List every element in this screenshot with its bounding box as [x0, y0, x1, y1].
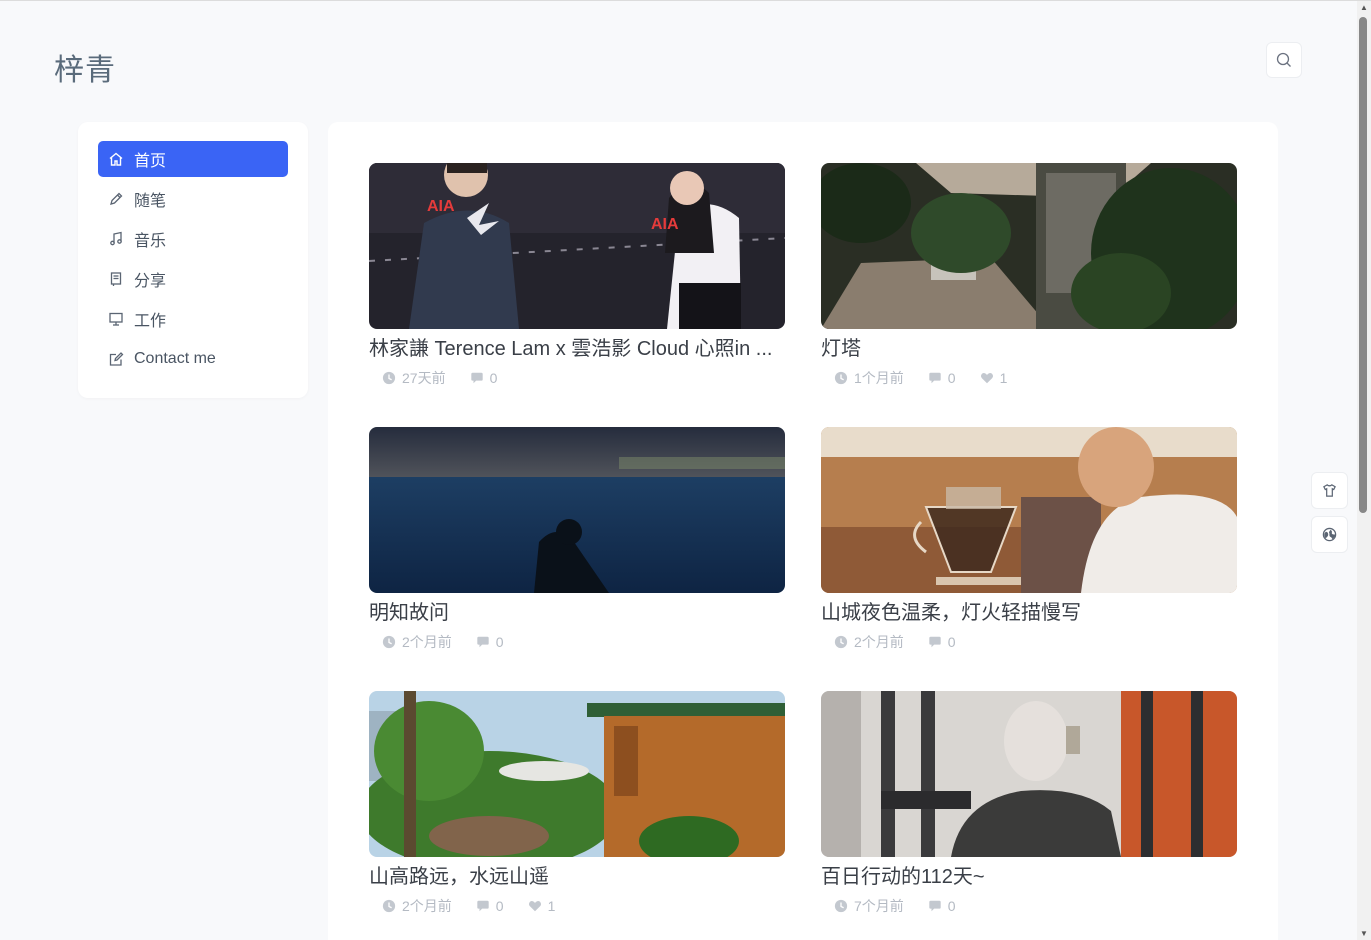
clock-icon: [834, 371, 848, 385]
sidebar-item-contact[interactable]: Contact me: [98, 341, 288, 377]
sidebar-item-label: Contact me: [134, 350, 216, 367]
post-comments[interactable]: 0: [928, 634, 956, 650]
post-thumbnail[interactable]: [369, 427, 785, 593]
clock-icon: [834, 635, 848, 649]
comment-icon: [929, 900, 941, 912]
monitor-icon: [109, 312, 123, 326]
heart-icon: [980, 373, 993, 384]
globe-icon: [1322, 527, 1337, 542]
comment-icon: [477, 636, 489, 648]
post-thumbnail[interactable]: [821, 691, 1237, 857]
sidebar-nav: 首页 随笔 音乐 分享 工作 Contact me: [78, 122, 308, 398]
comment-icon: [929, 372, 941, 384]
sidebar-item-label: 首页: [134, 153, 167, 170]
clock-icon: [382, 371, 396, 385]
svg-text:AIA: AIA: [427, 198, 455, 215]
scrollbar-thumb[interactable]: [1359, 17, 1367, 513]
post-thumbnail[interactable]: [821, 163, 1237, 329]
post-likes[interactable]: 1: [528, 898, 555, 914]
post-comments[interactable]: 0: [928, 898, 956, 914]
sidebar-item-work[interactable]: 工作: [98, 301, 288, 337]
clock-icon: [834, 899, 848, 913]
post-title[interactable]: 百日行动的112天~: [821, 864, 1237, 890]
post-card[interactable]: AIA AIA 林家謙 Terence Lam x 雲浩影 Cloud 心照in…: [369, 163, 785, 427]
heart-icon: [528, 901, 541, 912]
sidebar-item-essays[interactable]: 随笔: [98, 181, 288, 217]
post-title[interactable]: 林家謙 Terence Lam x 雲浩影 Cloud 心照in ...: [369, 336, 785, 362]
post-time: 2个月前: [382, 896, 452, 916]
language-button[interactable]: [1311, 516, 1348, 553]
music-icon: [110, 231, 122, 246]
book-icon: [110, 272, 122, 286]
sidebar-item-share[interactable]: 分享: [98, 261, 288, 297]
post-card[interactable]: 灯塔 1个月前 0 1: [821, 163, 1237, 427]
search-button[interactable]: [1266, 42, 1302, 78]
post-title[interactable]: 山高路远，水远山遥: [369, 864, 785, 890]
post-card[interactable]: 山城夜色温柔，灯火轻描慢写 2个月前 0: [821, 427, 1237, 691]
post-time: 7个月前: [834, 896, 904, 916]
post-thumbnail[interactable]: [821, 427, 1237, 593]
sidebar-item-label: 音乐: [134, 233, 167, 250]
search-icon: [1276, 52, 1291, 67]
post-thumbnail[interactable]: AIA AIA: [369, 163, 785, 329]
comment-icon: [929, 636, 941, 648]
sidebar-item-label: 随笔: [134, 193, 167, 210]
clock-icon: [382, 899, 396, 913]
post-card[interactable]: 山高路远，水远山遥 2个月前 0 1: [369, 691, 785, 940]
clock-icon: [382, 635, 396, 649]
post-meta: 27天前 0: [369, 368, 785, 388]
comment-icon: [477, 900, 489, 912]
sidebar-item-label: 分享: [134, 273, 167, 290]
post-meta: 2个月前 0: [821, 632, 1237, 652]
sidebar-item-label: 工作: [134, 313, 167, 330]
post-comments[interactable]: 0: [476, 634, 504, 650]
post-time: 2个月前: [382, 632, 452, 652]
post-comments[interactable]: 0: [928, 370, 956, 386]
post-meta: 2个月前 0: [369, 632, 785, 652]
comment-icon: [470, 372, 483, 384]
home-icon: [109, 152, 123, 166]
post-title[interactable]: 山城夜色温柔，灯火轻描慢写: [821, 600, 1237, 626]
post-comments[interactable]: 0: [470, 370, 497, 386]
sidebar-item-music[interactable]: 音乐: [98, 221, 288, 257]
svg-text:AIA: AIA: [651, 216, 679, 233]
theme-button[interactable]: [1311, 472, 1348, 509]
post-card[interactable]: 明知故问 2个月前 0: [369, 427, 785, 691]
scroll-up-arrow[interactable]: ▲: [1360, 3, 1368, 12]
pencil-icon: [110, 192, 123, 205]
shirt-icon: [1323, 484, 1336, 497]
post-card[interactable]: 百日行动的112天~ 7个月前 0: [821, 691, 1237, 940]
post-list: AIA AIA 林家謙 Terence Lam x 雲浩影 Cloud 心照in…: [328, 122, 1278, 940]
post-likes[interactable]: 1: [980, 370, 1007, 386]
post-title[interactable]: 灯塔: [821, 336, 1237, 362]
sidebar-item-home[interactable]: 首页: [98, 141, 288, 177]
post-comments[interactable]: 0: [476, 898, 504, 914]
post-meta: 2个月前 0 1: [369, 896, 785, 916]
post-title[interactable]: 明知故问: [369, 600, 785, 626]
post-thumbnail[interactable]: [369, 691, 785, 857]
post-meta: 7个月前 0: [821, 896, 1237, 916]
post-meta: 1个月前 0 1: [821, 368, 1237, 388]
site-title[interactable]: 梓青: [54, 45, 116, 89]
edit-icon: [109, 352, 124, 366]
post-time: 2个月前: [834, 632, 904, 652]
post-time: 27天前: [382, 368, 446, 388]
scroll-down-arrow[interactable]: ▼: [1360, 929, 1368, 938]
post-time: 1个月前: [834, 368, 904, 388]
